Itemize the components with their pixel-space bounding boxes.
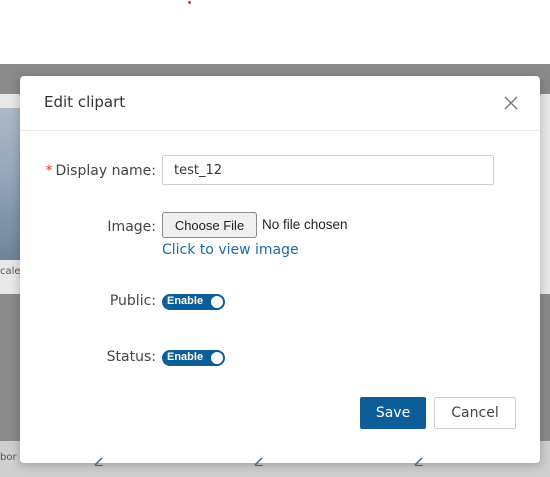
status-label: Status: (106, 349, 156, 365)
dialog-title: Edit clipart (44, 93, 126, 111)
status-toggle[interactable]: Enable (162, 350, 225, 366)
toggle-knob (211, 352, 223, 364)
background-card-right (540, 94, 550, 294)
background-caption: cale (0, 266, 21, 277)
status-toggle-label: Enable (167, 351, 204, 363)
edit-icon[interactable] (414, 456, 424, 466)
file-status-text: No file chosen (262, 217, 348, 232)
public-toggle[interactable]: Enable (162, 294, 225, 310)
view-image-link[interactable]: Click to view image (162, 242, 299, 258)
background-image-thumbnail (0, 108, 20, 260)
close-icon[interactable] (502, 94, 520, 112)
image-label: Image: (107, 219, 156, 235)
public-toggle-label: Enable (167, 295, 204, 307)
toggle-knob (211, 296, 223, 308)
required-mark: * (45, 163, 53, 179)
edit-icon[interactable] (254, 456, 264, 466)
public-label: Public: (109, 293, 156, 309)
cancel-button[interactable]: Cancel (434, 397, 516, 429)
background-footer-caption: bor (0, 452, 17, 463)
display-name-label: * Display name: (45, 163, 156, 179)
dialog-header: Edit clipart (20, 76, 540, 131)
page-header-area (0, 0, 550, 64)
edit-icon[interactable] (94, 456, 104, 466)
display-name-input[interactable] (162, 155, 494, 185)
save-button[interactable]: Save (360, 397, 426, 429)
choose-file-button[interactable]: Choose File (162, 212, 257, 238)
edit-clipart-dialog: Edit clipart *Display name: Image: Choos… (20, 76, 540, 463)
status-dot (188, 1, 191, 4)
